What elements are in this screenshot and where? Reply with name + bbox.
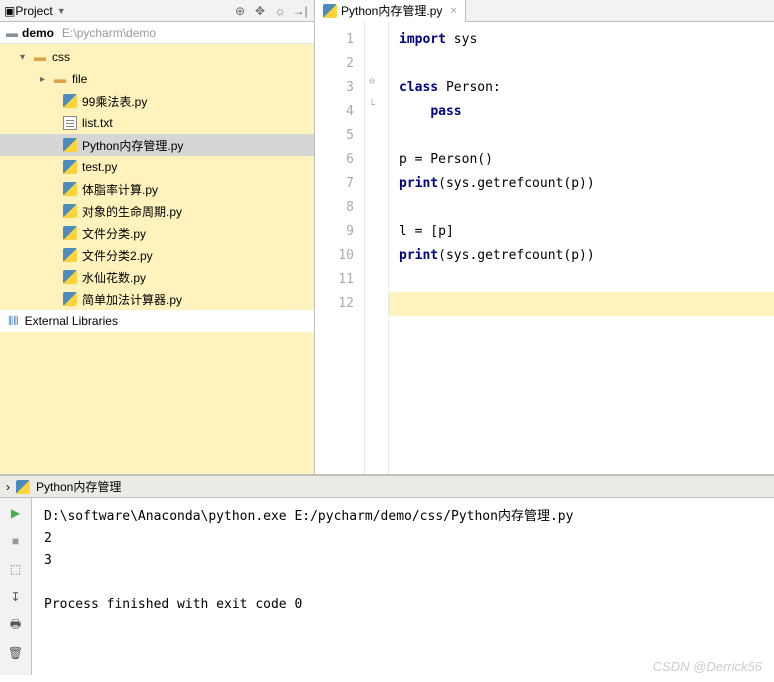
breadcrumb[interactable]: ▬ demo E:\pycharm\demo xyxy=(0,22,314,44)
python-icon xyxy=(63,204,77,218)
tree-file[interactable]: 文件分类.py xyxy=(0,222,314,244)
tree-folder-file[interactable]: ▸ ▬ file xyxy=(0,68,314,90)
python-icon xyxy=(63,292,77,306)
tree-file[interactable]: 99乘法表.py xyxy=(0,90,314,112)
print-icon[interactable]: 🖶 xyxy=(5,614,27,636)
toggle-soft-wrap-icon[interactable]: ⬚ xyxy=(5,558,27,580)
chevron-right-icon[interactable]: ▸ xyxy=(40,74,52,85)
folder-icon: ▬ xyxy=(52,71,68,87)
project-header: ▣ Project ▼ ⊕ ✥ ☼ →| xyxy=(0,0,314,22)
run-config-name[interactable]: Python内存管理 xyxy=(36,478,121,495)
folder-icon: ▬ xyxy=(6,26,18,40)
tree-file[interactable]: 对象的生命周期.py xyxy=(0,200,314,222)
stop-icon[interactable]: ■ xyxy=(5,530,27,552)
python-icon xyxy=(63,270,77,284)
collapse-icon[interactable]: ⊕ xyxy=(230,1,250,21)
console-output[interactable]: D:\software\Anaconda\python.exe E:/pycha… xyxy=(32,498,774,675)
close-icon[interactable]: × xyxy=(450,5,456,17)
project-tree: ▾ ▬ css ▸ ▬ file 99乘法表.py list.txt Pytho… xyxy=(0,44,314,474)
fold-icon[interactable]: ⊖ xyxy=(369,76,375,87)
tree-label: Python内存管理.py xyxy=(82,137,183,154)
tree-label: 对象的生命周期.py xyxy=(82,203,182,220)
watermark: CSDN @Derrick56 xyxy=(653,659,762,674)
tree-label: 文件分类.py xyxy=(82,225,146,242)
tree-label: 水仙花数.py xyxy=(82,269,146,286)
project-title: Project xyxy=(15,4,52,18)
tree-label: 99乘法表.py xyxy=(82,93,147,110)
external-libraries[interactable]: ⦀⦀ External Libraries xyxy=(0,310,314,332)
tree-folder-css[interactable]: ▾ ▬ css xyxy=(0,46,314,68)
line-gutter: 123456789101112 xyxy=(315,22,365,474)
breadcrumb-root: demo xyxy=(22,26,54,40)
rerun-icon[interactable]: ▶ xyxy=(5,502,27,524)
tree-file-selected[interactable]: Python内存管理.py xyxy=(0,134,314,156)
console-exit-line: Process finished with exit code 0 xyxy=(44,597,302,612)
hide-icon[interactable]: →| xyxy=(290,1,310,21)
tree-label: External Libraries xyxy=(25,314,118,328)
tree-file[interactable]: 简单加法计算器.py xyxy=(0,288,314,310)
settings-icon[interactable]: ☼ xyxy=(270,1,290,21)
tab-label: Python内存管理.py xyxy=(341,2,442,19)
console-line: 3 xyxy=(44,553,52,568)
dropdown-icon[interactable]: ▼ xyxy=(57,6,66,16)
code-area[interactable]: import sys class Person: pass p = Person… xyxy=(389,22,774,474)
run-toolbar: ▶ ■ ⬚ ↧ 🖶 🗑 xyxy=(0,498,32,675)
tree-label: 文件分类2.py xyxy=(82,247,153,264)
python-icon xyxy=(63,182,77,196)
run-indicator-icon: › xyxy=(6,480,10,494)
breadcrumb-path: E:\pycharm\demo xyxy=(62,26,156,40)
tree-label: css xyxy=(52,50,70,64)
clear-icon[interactable]: 🗑 xyxy=(5,642,27,664)
fold-end-icon[interactable]: └ xyxy=(369,100,375,111)
tree-file[interactable]: 体脂率计算.py xyxy=(0,178,314,200)
python-icon xyxy=(63,94,77,108)
library-icon: ⦀⦀ xyxy=(8,314,19,329)
python-icon xyxy=(323,4,337,18)
tree-file[interactable]: test.py xyxy=(0,156,314,178)
text-file-icon xyxy=(63,116,77,130)
editor-tabs: Python内存管理.py × xyxy=(315,0,774,22)
run-header: › Python内存管理 xyxy=(0,476,774,498)
python-icon xyxy=(16,480,30,494)
python-icon xyxy=(63,138,77,152)
console-line: D:\software\Anaconda\python.exe E:/pycha… xyxy=(44,509,573,524)
console-line: 2 xyxy=(44,531,52,546)
tree-file[interactable]: 水仙花数.py xyxy=(0,266,314,288)
editor-tab[interactable]: Python内存管理.py × xyxy=(315,0,466,22)
python-icon xyxy=(63,226,77,240)
tree-label: 简单加法计算器.py xyxy=(82,291,182,308)
fold-gutter: ⊖ └ xyxy=(365,22,389,474)
tree-label: test.py xyxy=(82,160,117,174)
folder-icon: ▬ xyxy=(32,49,48,65)
tree-label: 体脂率计算.py xyxy=(82,181,158,198)
tree-label: list.txt xyxy=(82,116,113,130)
chevron-down-icon[interactable]: ▾ xyxy=(20,52,32,63)
scroll-to-end-icon[interactable]: ↧ xyxy=(5,586,27,608)
tree-label: file xyxy=(72,72,87,86)
code-editor[interactable]: 123456789101112 ⊖ └ import sys class Per… xyxy=(315,22,774,474)
tree-file[interactable]: 文件分类2.py xyxy=(0,244,314,266)
tree-file[interactable]: list.txt xyxy=(0,112,314,134)
project-tool-icon: ▣ xyxy=(4,4,15,18)
python-icon xyxy=(63,248,77,262)
locate-icon[interactable]: ✥ xyxy=(250,1,270,21)
python-icon xyxy=(63,160,77,174)
